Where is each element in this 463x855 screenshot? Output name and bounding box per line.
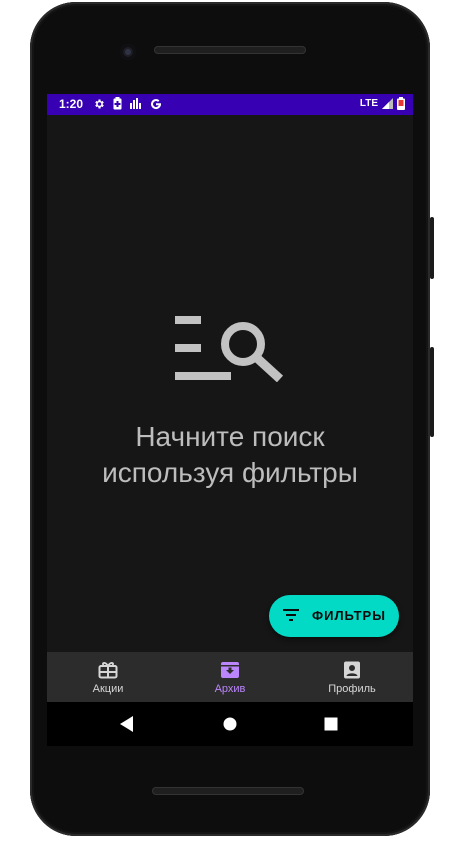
bottom-speaker <box>152 787 304 795</box>
network-type: LTE <box>359 98 378 109</box>
filters-button-label: ФИЛЬТРЫ <box>312 608 386 623</box>
google-icon <box>151 98 161 109</box>
account-box-icon <box>344 661 360 679</box>
front-camera <box>120 44 136 60</box>
nav-label-promotions: Акции <box>92 683 124 695</box>
empty-state-line-2: используя фильтры <box>102 457 358 488</box>
back-icon[interactable] <box>120 716 134 732</box>
signal-bars-icon <box>130 97 141 109</box>
cell-signal-icon <box>382 98 393 109</box>
recents-icon[interactable] <box>324 716 338 732</box>
app-screen: 1:20 LTE Начните поиск используя фильтры… <box>47 94 413 702</box>
archive-icon <box>221 662 239 678</box>
battery-saver-icon <box>113 97 122 110</box>
nav-label-archive: Архив <box>214 683 246 695</box>
filters-button[interactable]: ФИЛЬТРЫ <box>269 595 399 637</box>
status-bar: 1:20 LTE <box>47 94 413 115</box>
power-button <box>430 217 434 279</box>
filter-search-icon <box>175 316 284 382</box>
top-speaker <box>154 46 306 54</box>
filter-list-icon <box>283 609 299 621</box>
nav-item-profile[interactable]: Профиль <box>291 652 413 702</box>
empty-state-line-1: Начните поиск <box>135 421 325 452</box>
status-time: 1:20 <box>59 97 84 111</box>
volume-button <box>430 347 434 437</box>
bottom-navigation: Акции Архив Профиль <box>47 652 413 702</box>
system-navigation-bar <box>47 702 413 746</box>
home-icon[interactable] <box>223 716 237 732</box>
empty-state-message: Начните поиск используя фильтры <box>47 419 413 491</box>
nav-item-promotions[interactable]: Акции <box>47 652 169 702</box>
battery-icon <box>397 97 405 110</box>
nav-label-profile: Профиль <box>328 683 376 695</box>
gift-card-icon <box>98 662 118 679</box>
settings-gear-icon <box>95 99 104 108</box>
nav-item-archive[interactable]: Архив <box>169 652 291 702</box>
